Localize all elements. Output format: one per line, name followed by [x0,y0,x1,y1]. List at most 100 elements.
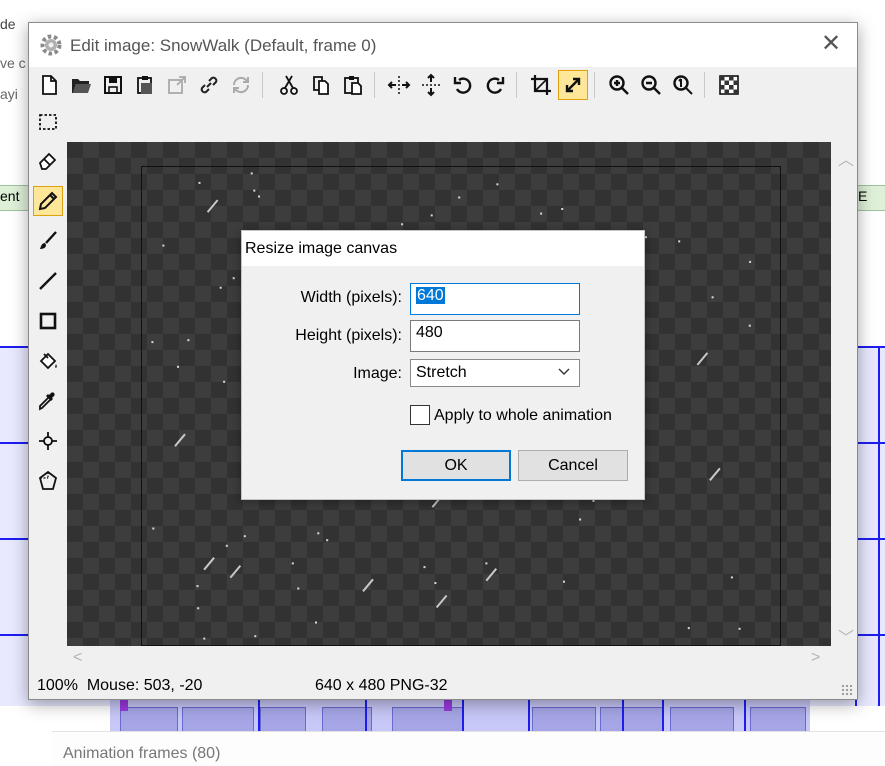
apply-whole-animation-checkbox[interactable] [410,405,430,425]
rotate-left-icon [453,77,472,94]
paste-button[interactable] [338,70,368,100]
scroll-down-icon[interactable]: ﹀ [838,624,854,648]
fill-tool[interactable] [33,346,63,376]
width-label: Width (pixels): [300,289,402,306]
rotate-right-icon [486,77,505,94]
cut-button[interactable] [274,70,304,100]
width-input[interactable]: 640 [410,283,580,315]
close-icon: ✕ [820,30,842,57]
horizontal-scrollbar[interactable]: < > [67,646,831,672]
vertical-scrollbar[interactable]: ︿ ﹀ [831,142,857,648]
status-bar: 100% Mouse: 503, -20 640 x 480 PNG-32 [29,672,857,699]
width-value: 640 [416,287,445,304]
new-file-icon [42,75,57,95]
chevron-down-icon [558,368,570,375]
crop-button[interactable] [526,70,556,100]
paste-new-icon [137,76,152,94]
refresh-button[interactable] [226,70,256,100]
crop-icon [531,75,551,95]
background-menu-fragment: de [0,16,16,32]
image-mode-label: Image: [353,365,402,382]
background-strip-label: ent [0,188,20,204]
scroll-right-icon[interactable]: > [811,649,820,667]
clipboard-icon [344,76,362,95]
mouse-position: Mouse: 503, -20 [86,677,203,694]
transparency-grid-icon [719,75,739,95]
marquee-select-icon [39,114,57,130]
refresh-icon [232,76,250,94]
background-frames-strip [110,697,810,735]
zoom-in-button[interactable] [604,70,634,100]
crosshair-icon [39,432,57,450]
rotate-left-button[interactable] [448,70,478,100]
copy-button[interactable] [306,70,336,100]
eraser-icon [38,152,57,170]
zoom-out-icon [641,75,661,95]
brush-icon [40,231,57,249]
export-icon [168,76,186,94]
pencil-icon [38,191,58,211]
toolbar [29,67,857,105]
origin-tool[interactable] [33,426,63,456]
animation-frames-title: Animation frames (80) [63,745,221,762]
select-rectangle-tool[interactable] [33,107,63,137]
line-tool[interactable] [33,266,63,296]
zoom-actual-icon [673,75,693,95]
close-button[interactable]: ✕ [811,28,851,62]
image-size-format: 640 x 480 PNG-32 [315,677,448,694]
height-label: Height (pixels): [295,327,402,344]
rectangle-icon [39,312,57,330]
link-button[interactable] [194,70,224,100]
brush-tool[interactable] [33,226,63,256]
flip-horizontal-icon [387,76,411,94]
resize-canvas-dialog: Resize image canvas Width (pixels): 640 … [241,230,645,500]
scissors-icon [280,75,298,95]
copy-icon [313,76,329,95]
resize-canvas-button[interactable] [558,70,588,100]
window-title: Edit image: SnowWalk (Default, frame 0) [70,36,377,55]
export-button[interactable] [162,70,192,100]
save-button[interactable] [98,70,128,100]
dialog-titlebar[interactable]: Resize image canvas [242,231,644,266]
apply-whole-animation-label[interactable]: Apply to whole animation [434,407,612,425]
resize-grip[interactable] [841,684,853,696]
flip-horizontal-button[interactable] [384,70,414,100]
zoom-level: 100% [37,677,78,694]
polygon-tool[interactable] [33,466,63,496]
flip-vertical-icon [422,73,440,97]
link-icon [200,76,218,94]
image-mode-select[interactable]: Stretch [410,359,580,387]
ok-button[interactable]: OK [401,450,511,481]
zoom-out-button[interactable] [636,70,666,100]
window-titlebar[interactable]: Edit image: SnowWalk (Default, frame 0) … [29,23,857,67]
resize-diagonal-icon [565,77,581,93]
cancel-button[interactable]: Cancel [518,450,628,481]
save-icon [104,76,122,94]
eyedropper-icon [39,392,55,411]
status-zoom-mouse: 100% Mouse: 503, -20 [37,677,202,695]
height-input[interactable]: 480 [410,320,580,352]
zoom-actual-size-button[interactable] [668,70,698,100]
image-mode-value: Stretch [416,364,467,381]
background-strip-label: E [858,188,868,204]
line-icon [39,272,57,290]
gear-icon [40,34,62,56]
pencil-tool[interactable] [33,186,63,216]
new-file-button[interactable] [34,70,64,100]
open-folder-icon [72,79,91,93]
paste-as-new-button[interactable] [130,70,160,100]
eyedropper-tool[interactable] [33,386,63,416]
background-text-fragment: ayi [0,86,18,102]
rotate-right-button[interactable] [480,70,510,100]
background-text-fragment: ve c [0,55,26,71]
flip-vertical-button[interactable] [416,70,446,100]
scroll-up-icon[interactable]: ︿ [838,146,854,170]
eraser-tool[interactable] [33,145,63,175]
rectangle-tool[interactable] [33,306,63,336]
scroll-left-icon[interactable]: < [73,649,82,667]
dialog-title: Resize image canvas [245,240,398,257]
animation-frames-panel: Animation frames (80) [52,731,885,766]
transparency-button[interactable] [714,70,744,100]
open-button[interactable] [66,70,96,100]
zoom-in-icon [609,75,629,95]
